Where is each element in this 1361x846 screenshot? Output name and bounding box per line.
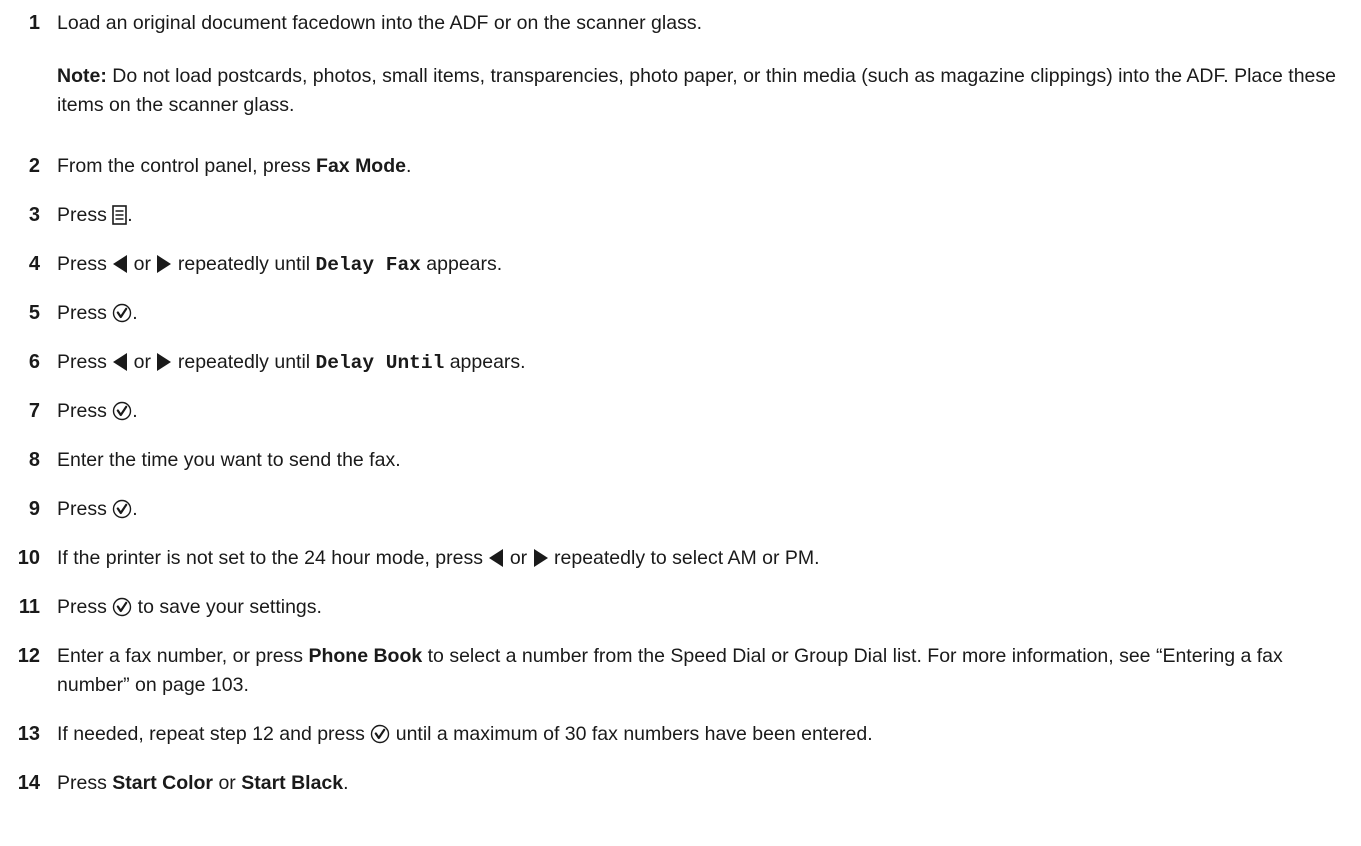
step-text: Press . xyxy=(57,498,138,520)
step-text: Load an original document facedown into … xyxy=(57,12,702,34)
step-number: 14 xyxy=(17,772,40,794)
right-arrow-icon xyxy=(533,548,549,568)
step-text: Press or repeatedly until Delay Fax appe… xyxy=(57,253,503,276)
step-text: Enter a fax number, or press Phone Book … xyxy=(57,645,1283,696)
step-number: 12 xyxy=(17,645,40,667)
step-text: From the control panel, press Fax Mode. xyxy=(57,155,412,177)
left-arrow-icon xyxy=(112,352,128,372)
menu-icon xyxy=(112,205,128,225)
step-number: 10 xyxy=(17,547,40,569)
step-number: 13 xyxy=(17,723,40,745)
note-label: Note: xyxy=(57,65,107,87)
step-text: Press . xyxy=(57,400,138,422)
step-number: 4 xyxy=(28,253,40,275)
select-checkmark-icon xyxy=(370,724,390,744)
step-number: 3 xyxy=(28,204,40,226)
step-text: Press to save your settings. xyxy=(57,596,322,618)
step-text: Press Start Color or Start Black. xyxy=(57,772,349,794)
step-text: Press . xyxy=(57,302,138,324)
start-black-label: Start Black xyxy=(241,772,344,794)
select-checkmark-icon xyxy=(112,303,132,323)
step-number: 5 xyxy=(28,302,40,324)
step-text: If needed, repeat step 12 and press unti… xyxy=(57,723,873,745)
left-arrow-icon xyxy=(488,548,504,568)
phone-book-label: Phone Book xyxy=(308,645,423,667)
step-number: 7 xyxy=(28,400,40,422)
fax-mode-label: Fax Mode xyxy=(316,155,406,177)
right-arrow-icon xyxy=(156,352,172,372)
delay-fax-menu-label: Delay Fax xyxy=(315,254,421,276)
note-text: Note: Do not load postcards, photos, sma… xyxy=(57,62,1353,120)
right-arrow-icon xyxy=(156,254,172,274)
step-number: 6 xyxy=(28,351,40,373)
step-number: 2 xyxy=(28,155,40,177)
step-text: Enter the time you want to send the fax. xyxy=(57,449,401,471)
step-number: 1 xyxy=(28,12,40,34)
left-arrow-icon xyxy=(112,254,128,274)
delay-until-menu-label: Delay Until xyxy=(315,352,445,374)
select-checkmark-icon xyxy=(112,597,132,617)
select-checkmark-icon xyxy=(112,401,132,421)
step-text: Press . xyxy=(57,204,133,226)
step-number: 8 xyxy=(28,449,40,471)
note-body: Do not load postcards, photos, small ite… xyxy=(57,65,1336,116)
step-number: 9 xyxy=(28,498,40,520)
start-color-label: Start Color xyxy=(112,772,214,794)
step-number: 11 xyxy=(18,596,40,618)
select-checkmark-icon xyxy=(112,499,132,519)
step-text: Press or repeatedly until Delay Until ap… xyxy=(57,351,526,374)
step-text: If the printer is not set to the 24 hour… xyxy=(57,547,820,569)
